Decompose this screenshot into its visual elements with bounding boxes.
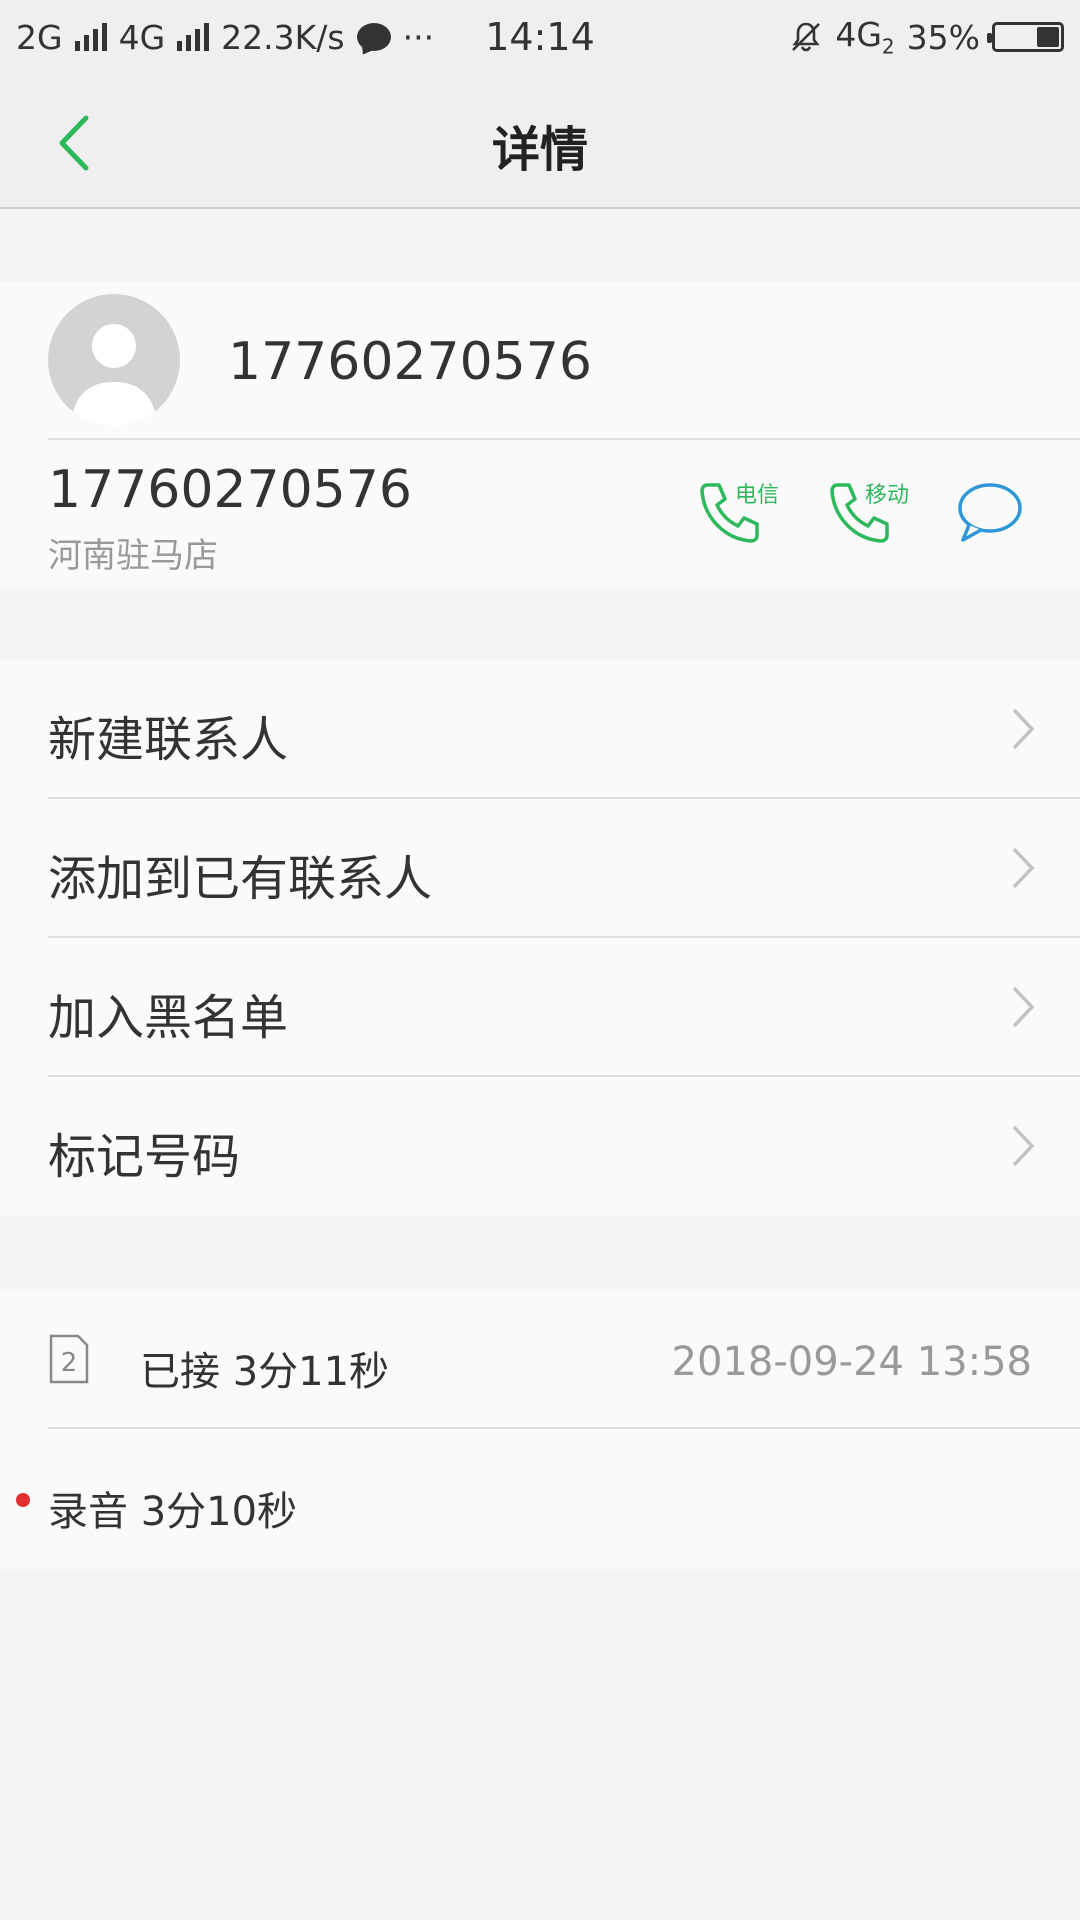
- menu-item-add-to-existing[interactable]: 添加到已有联系人: [0, 799, 1080, 938]
- message-button[interactable]: [955, 480, 1025, 560]
- carrier-label: 移动: [865, 483, 910, 508]
- signal-icon: [177, 23, 210, 51]
- menu-item-label: 新建联系人: [48, 712, 289, 768]
- header-bar: 详情: [0, 74, 1080, 209]
- divider: [48, 438, 1080, 440]
- signal-icon: [74, 23, 107, 51]
- recording-item[interactable]: 录音 3分10秒: [48, 1479, 297, 1537]
- call-log-card: 2 已接 3分11秒 2018-09-24 13:58 录音 3分10秒: [0, 1289, 1080, 1569]
- phone-number: 17760270576: [48, 460, 412, 520]
- chevron-right-icon: [1012, 986, 1035, 1028]
- chevron-right-icon: [1012, 847, 1035, 889]
- bell-off-icon: [792, 22, 821, 52]
- contact-card: 17760270576 17760270576 河南驻马店 电信 移动: [0, 282, 1080, 587]
- message-bubble-icon: [958, 483, 1022, 542]
- sim-card-icon: 2: [49, 1334, 89, 1384]
- contact-name: 17760270576: [228, 332, 592, 392]
- menu-item-label: 标记号码: [48, 1129, 241, 1185]
- menu-item-blacklist[interactable]: 加入黑名单: [0, 938, 1080, 1077]
- status-right: 4G2 35%: [789, 15, 1064, 59]
- status-left: 2G 4G 22.3K/s ···: [16, 18, 789, 57]
- network-4g-label: 4G2: [835, 15, 895, 59]
- menu-item-mark-number[interactable]: 标记号码: [0, 1077, 1080, 1216]
- menu-item-label: 加入黑名单: [48, 990, 289, 1046]
- status-bar: 2G 4G 22.3K/s ··· 14:14 4G2 35%: [0, 0, 1080, 74]
- more-notifications-icon: ···: [402, 17, 435, 57]
- battery-percent: 35%: [906, 17, 980, 57]
- chevron-right-icon: [1012, 708, 1035, 750]
- carrier-label: 电信: [735, 483, 780, 508]
- network-4g-label: 4G: [118, 17, 166, 57]
- call-telecom-button[interactable]: 电信: [695, 477, 795, 557]
- chat-notification-icon: [356, 23, 391, 51]
- recording-dot-icon: [16, 1493, 30, 1507]
- menu-item-label: 添加到已有联系人: [48, 851, 433, 907]
- battery-icon: [987, 22, 1064, 52]
- network-2g-label: 2G: [16, 17, 63, 57]
- svg-text:2: 2: [61, 1348, 78, 1378]
- phone-location: 河南驻马店: [48, 536, 218, 576]
- avatar-icon: [48, 294, 180, 426]
- call-mobile-button[interactable]: 移动: [825, 477, 925, 557]
- page-title: 详情: [491, 122, 588, 178]
- call-datetime: 2018-09-24 13:58: [671, 1339, 1032, 1385]
- action-menu: 新建联系人 添加到已有联系人 加入黑名单 标记号码: [0, 660, 1080, 1216]
- chevron-right-icon: [1012, 1125, 1035, 1167]
- call-status: 已接 3分11秒: [140, 1349, 390, 1395]
- network-speed: 22.3K/s: [221, 17, 345, 57]
- menu-item-new-contact[interactable]: 新建联系人: [0, 660, 1080, 799]
- divider: [48, 1427, 1080, 1429]
